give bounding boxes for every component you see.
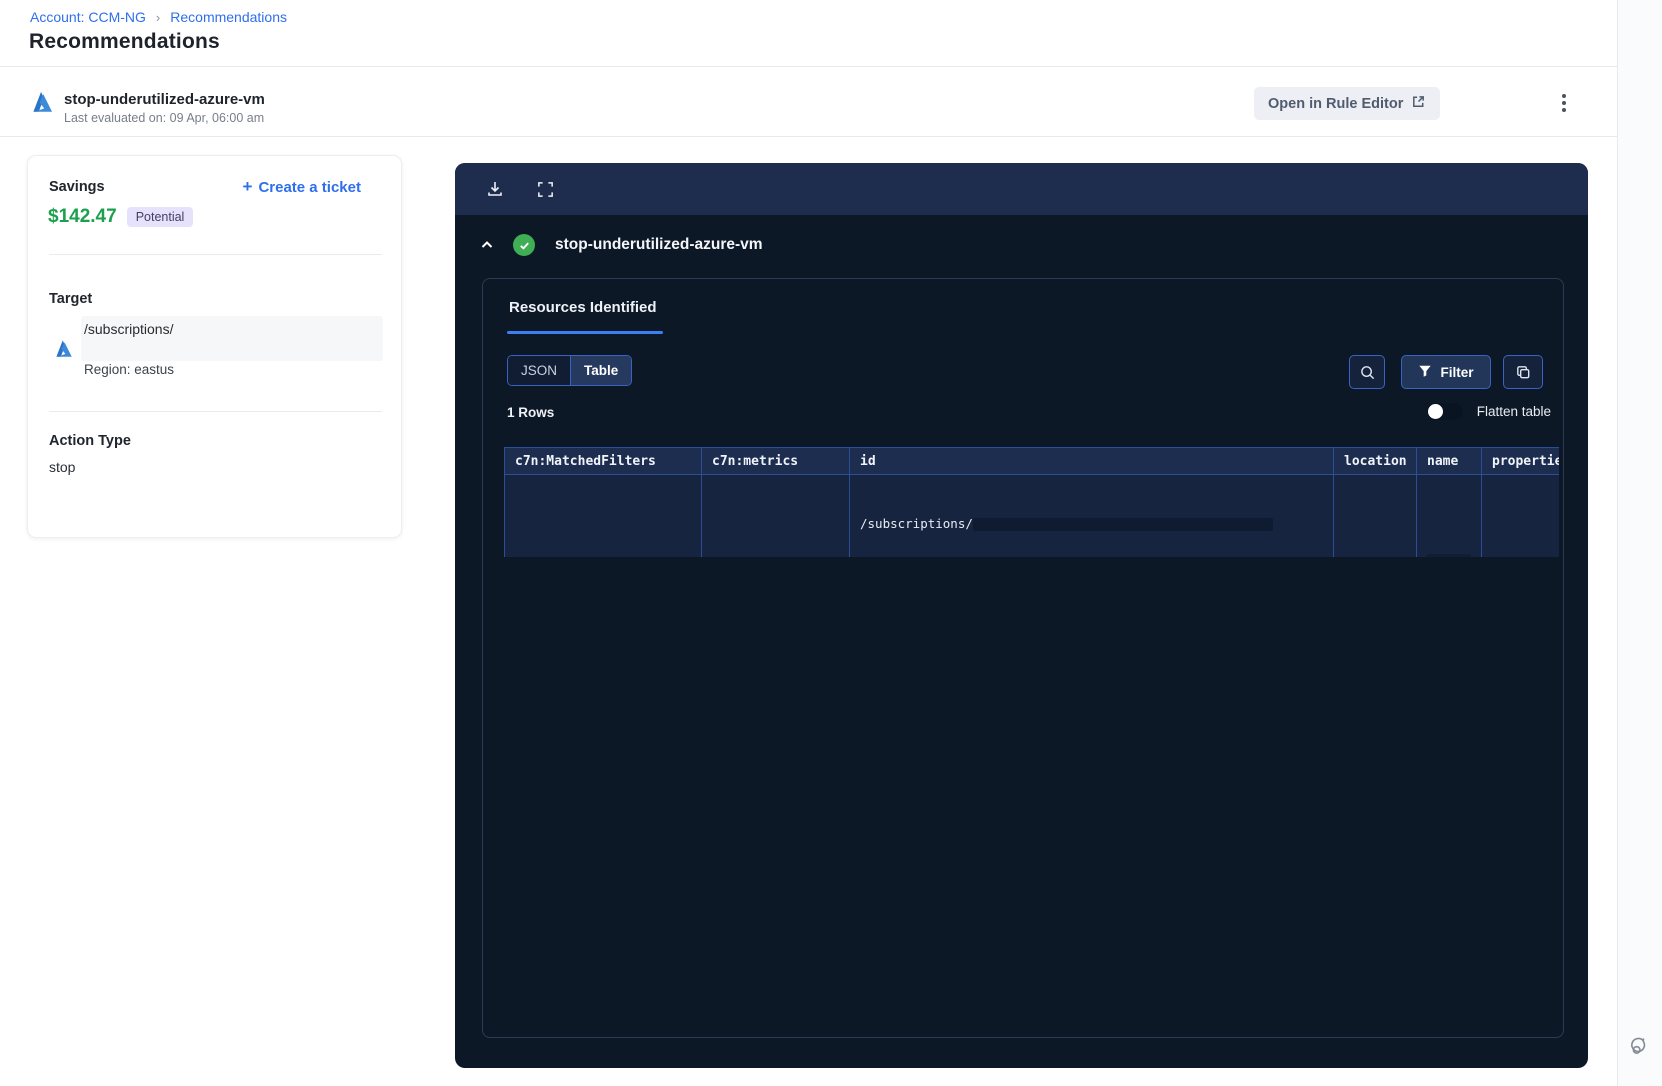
filter-funnel-icon	[1418, 364, 1432, 381]
action-type-value: stop	[49, 459, 76, 475]
azure-icon	[28, 89, 56, 117]
resources-identified-box: Resources Identified JSON Table Filter 1…	[482, 278, 1564, 1038]
target-region: Region: eastus	[84, 362, 175, 377]
savings-row: $142.47 Potential	[48, 206, 194, 228]
fullscreen-icon[interactable]	[531, 175, 559, 203]
cell-name	[1416, 474, 1482, 557]
external-link-icon	[1411, 94, 1426, 113]
rule-name: stop-underutilized-azure-vm	[64, 91, 265, 108]
cell-location: eastus	[1333, 474, 1417, 557]
target-path: /subscriptions/	[84, 321, 174, 337]
savings-amount: $142.47	[48, 206, 117, 227]
toggle-knob	[1427, 404, 1443, 419]
redacted-value	[1427, 553, 1471, 557]
rule-header-divider	[0, 136, 1617, 137]
filter-button[interactable]: Filter	[1401, 355, 1491, 389]
target-label: Target	[49, 291, 93, 307]
view-mode-table-button[interactable]: Table	[571, 356, 632, 385]
savings-label: Savings	[49, 179, 105, 195]
col-header-metrics: c7n:metrics	[701, 447, 850, 475]
search-button[interactable]	[1349, 355, 1385, 389]
table-row: [+]c7n:MatchedFilters[] [+]c7n:metrics{}…	[504, 474, 1559, 557]
kebab-dot	[1562, 94, 1566, 98]
tab-resources-identified[interactable]: Resources Identified	[509, 299, 657, 316]
rule-last-evaluated: Last evaluated on: 09 Apr, 06:00 am	[64, 111, 265, 125]
header-divider	[0, 66, 1617, 67]
card-divider	[49, 254, 382, 255]
breadcrumb-recommendations-link[interactable]: Recommendations	[170, 9, 287, 25]
download-icon[interactable]	[481, 175, 509, 203]
breadcrumb-account-link[interactable]: Account: CCM-NG	[30, 9, 146, 25]
rows-count: 1 Rows	[507, 405, 555, 420]
col-header-name: name	[1416, 447, 1482, 475]
active-tab-underline	[507, 331, 663, 334]
kebab-dot	[1562, 108, 1566, 112]
action-type-label: Action Type	[49, 433, 131, 449]
kebab-menu-button[interactable]	[1552, 88, 1576, 118]
breadcrumb-separator-icon: ›	[155, 9, 161, 25]
id-line: /subscriptions/	[860, 516, 973, 531]
view-mode-json-button[interactable]: JSON	[508, 356, 572, 385]
col-header-properties: properties	[1481, 447, 1559, 475]
flatten-table-toggle[interactable]	[1426, 403, 1463, 420]
savings-potential-badge: Potential	[126, 207, 194, 227]
help-chat-icon[interactable]	[1627, 1032, 1655, 1060]
breadcrumb: Account: CCM-NG › Recommendations	[30, 9, 287, 25]
col-header-location: location	[1333, 447, 1417, 475]
viewer-toolbar	[455, 163, 1588, 215]
cell-matched-filters-expand[interactable]: [+]c7n:MatchedFilters[]	[504, 474, 702, 557]
viewer-rule-title: stop-underutilized-azure-vm	[555, 236, 763, 253]
chevron-up-icon[interactable]	[475, 233, 499, 257]
create-ticket-label: Create a ticket	[258, 178, 361, 196]
cell-resource-id: /subscriptions/ /resourceGroups/ RESOURC…	[849, 474, 1334, 557]
success-check-icon	[513, 234, 535, 256]
cell-metrics-expand[interactable]: [+]c7n:metrics{}	[701, 474, 850, 557]
view-mode-toggle: JSON Table	[507, 355, 633, 386]
page-title: Recommendations	[29, 30, 220, 53]
plus-icon: +	[242, 177, 253, 196]
filter-label: Filter	[1440, 364, 1474, 380]
resources-table-container: c7n:MatchedFilters c7n:metrics id locati…	[504, 447, 1559, 557]
rule-result-header: stop-underutilized-azure-vm	[475, 233, 763, 257]
open-in-rule-editor-button[interactable]: Open in Rule Editor	[1254, 87, 1441, 120]
resources-table: c7n:MatchedFilters c7n:metrics id locati…	[504, 447, 1559, 557]
table-header-row: c7n:MatchedFilters c7n:metrics id locati…	[504, 447, 1559, 475]
col-header-id: id	[849, 447, 1334, 475]
kebab-dot	[1562, 101, 1566, 105]
card-divider	[49, 411, 382, 412]
create-ticket-button[interactable]: + Create a ticket	[243, 177, 362, 197]
flatten-table-control: Flatten table	[1426, 403, 1551, 420]
azure-icon	[52, 338, 75, 361]
open-in-rule-editor-label: Open in Rule Editor	[1268, 95, 1404, 112]
flatten-table-label: Flatten table	[1476, 404, 1551, 419]
cell-properties-expand[interactable]: [+]properties{}	[1481, 474, 1559, 557]
redacted-value	[972, 518, 1273, 531]
resources-viewer-panel: stop-underutilized-azure-vm Resources Id…	[455, 163, 1588, 1068]
page-right-gutter	[1617, 0, 1662, 1086]
copy-button[interactable]	[1503, 355, 1543, 389]
recommendation-summary-card: Savings + Create a ticket $142.47 Potent…	[27, 155, 402, 538]
col-header-matched-filters: c7n:MatchedFilters	[504, 447, 702, 475]
